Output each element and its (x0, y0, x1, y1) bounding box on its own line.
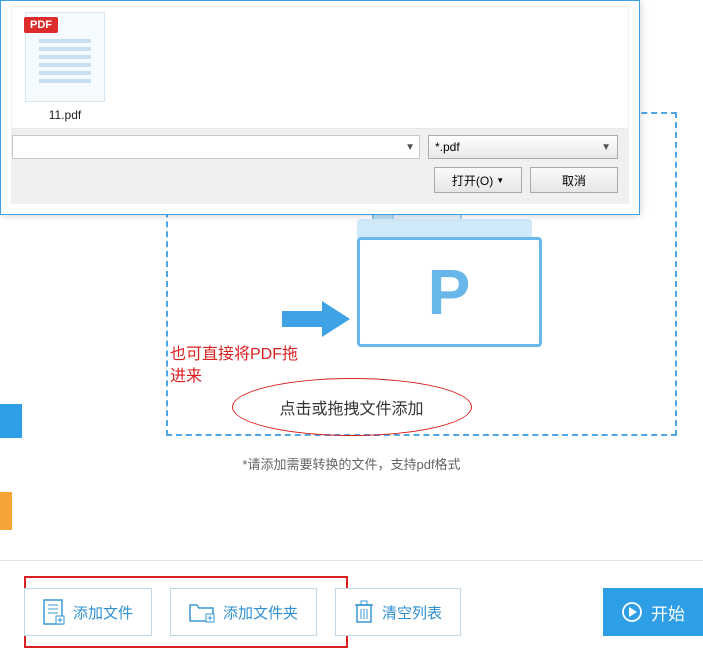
dialog-body: PDF 11.pdf ▼ *.pdf ▼ 打开(O) ▼ (11, 6, 629, 204)
pdf-lines-icon (39, 39, 91, 83)
add-file-button[interactable]: 添加文件 (24, 588, 152, 636)
add-folder-button[interactable]: 添加文件夹 (170, 588, 317, 636)
dialog-footer: ▼ *.pdf ▼ 打开(O) ▼ 取消 (12, 128, 628, 203)
play-circle-icon (621, 601, 643, 623)
filename-input[interactable]: ▼ (12, 135, 420, 159)
cancel-button[interactable]: 取消 (530, 167, 618, 193)
filter-value: *.pdf (435, 140, 460, 154)
arrow-right-icon (282, 299, 352, 339)
pdf-file-icon: PDF (25, 12, 105, 102)
chevron-down-icon: ▼ (601, 142, 611, 153)
drag-instruction-text: 也可直接将PDF拖 进来 (170, 344, 298, 388)
open-button[interactable]: 打开(O) ▼ (434, 167, 522, 193)
left-tab-active[interactable] (0, 404, 22, 438)
file-plus-icon (43, 599, 65, 625)
format-hint: *请添加需要转换的文件，支持pdf格式 (0, 454, 703, 473)
folder-illustration: P (282, 199, 562, 359)
chevron-down-icon: ▼ (405, 142, 415, 153)
folder-plus-icon (189, 601, 215, 623)
file-thumbnail[interactable]: PDF 11.pdf (20, 12, 110, 122)
start-button[interactable]: 开始 (603, 588, 703, 636)
pdf-badge: PDF (24, 17, 58, 33)
file-filter-select[interactable]: *.pdf ▼ (428, 135, 618, 159)
click-drag-callout: 点击或拖拽文件添加 (232, 378, 472, 436)
chevron-down-icon: ▼ (496, 176, 504, 185)
divider (0, 560, 703, 561)
bottom-toolbar: 添加文件 添加文件夹 清空列表 开始 (24, 588, 703, 636)
file-name-label: 11.pdf (20, 108, 110, 122)
file-open-dialog: PDF 11.pdf ▼ *.pdf ▼ 打开(O) ▼ (0, 0, 640, 215)
app-logo-letter: P (428, 255, 471, 329)
trash-icon (354, 600, 374, 624)
clear-list-button[interactable]: 清空列表 (335, 588, 461, 636)
left-tab-secondary[interactable] (0, 492, 12, 530)
